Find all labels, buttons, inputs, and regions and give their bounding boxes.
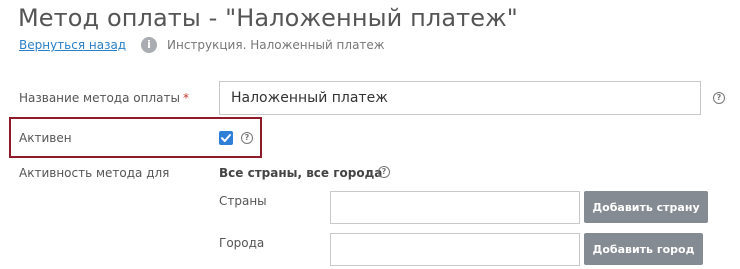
countries-label: Страны bbox=[219, 194, 267, 208]
add-country-button[interactable]: Добавить страну bbox=[584, 191, 708, 223]
name-label: Название метода оплаты * bbox=[19, 91, 189, 105]
name-help-icon[interactable]: ? bbox=[713, 92, 725, 104]
name-label-text: Название метода оплаты bbox=[19, 91, 180, 105]
info-icon: i bbox=[141, 37, 157, 53]
countries-input[interactable] bbox=[330, 191, 580, 224]
name-input[interactable] bbox=[219, 81, 701, 115]
active-label: Активен bbox=[19, 131, 72, 145]
active-help-icon[interactable]: ? bbox=[241, 132, 253, 144]
page-title: Метод оплаты - "Наложенный платеж" bbox=[18, 4, 518, 32]
active-checkbox[interactable] bbox=[219, 131, 233, 145]
required-mark: * bbox=[182, 91, 189, 105]
cities-input[interactable] bbox=[330, 233, 580, 266]
back-link[interactable]: Вернуться назад bbox=[19, 38, 126, 52]
scope-value: Все страны, все города bbox=[219, 166, 383, 180]
scope-label: Активность метода для bbox=[19, 166, 170, 180]
cities-label: Города bbox=[219, 236, 265, 250]
scope-help-icon[interactable]: ? bbox=[378, 166, 390, 178]
add-city-button[interactable]: Добавить город bbox=[584, 233, 703, 265]
checkmark-icon bbox=[221, 134, 231, 142]
instruction-text: Инструкция. Наложенный платеж bbox=[167, 38, 385, 52]
